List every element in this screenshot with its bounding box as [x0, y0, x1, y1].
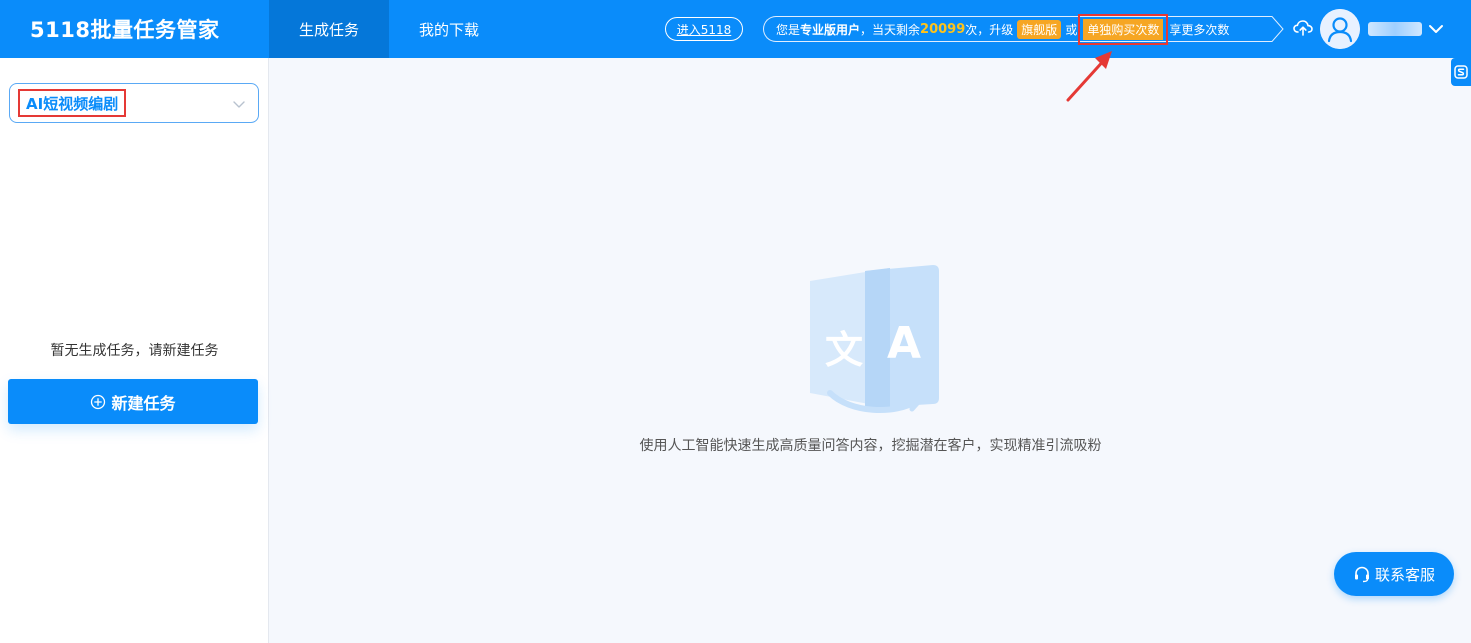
status-mid1: ，当天剩余	[860, 22, 921, 37]
quota-status-banner: 您是 专业版用户 ，当天剩余 20099 次，升级 旗舰版 或 单独购买次数 享…	[763, 13, 1271, 45]
remaining-count: 20099	[920, 21, 966, 37]
main-content: 文 A 使用人工智能快速生成高质量问答内容，挖掘潜在客户，实现精准引流吸粉	[270, 58, 1471, 643]
plus-circle-icon	[91, 394, 106, 409]
contact-service-label: 联系客服	[1374, 565, 1435, 584]
cloud-upload-icon[interactable]	[1293, 18, 1313, 38]
new-task-label: 新建任务	[111, 393, 176, 413]
feature-description: 使用人工智能快速生成高质量问答内容，挖掘潜在客户，实现精准引流吸粉	[639, 438, 1102, 454]
flagship-upgrade-badge[interactable]: 旗舰版	[1017, 19, 1062, 39]
buy-credits-badge[interactable]: 单独购买次数	[1078, 13, 1169, 45]
top-header: 5118批量任务管家 生成任务 我的下载 进入5118 您是 专业版用户 ，当天…	[0, 0, 1471, 58]
user-type-label: 专业版用户	[800, 22, 861, 37]
app-logo[interactable]: 5118批量任务管家	[0, 0, 269, 58]
status-prefix: 您是	[776, 22, 801, 37]
svg-text:A: A	[887, 318, 921, 369]
empty-task-message: 暂无生成任务，请新建任务	[50, 343, 219, 359]
tab-my-downloads[interactable]: 我的下载	[389, 0, 509, 58]
chevron-down-icon[interactable]	[1428, 22, 1444, 36]
chevron-down-icon	[233, 101, 245, 108]
user-avatar-icon[interactable]	[1320, 9, 1360, 49]
status-mid2: 次，升级	[965, 22, 1014, 37]
new-task-button[interactable]: 新建任务	[8, 379, 258, 424]
username-masked[interactable]	[1368, 22, 1422, 36]
status-or: 或	[1065, 22, 1078, 37]
tool-type-selected-value: AI短视频编剧	[18, 89, 127, 117]
tab-generate-tasks[interactable]: 生成任务	[269, 0, 389, 58]
banner-arrow-icon	[1264, 16, 1284, 42]
side-tool-icon[interactable]	[1451, 58, 1471, 86]
translate-illustration-icon: 文 A	[810, 265, 939, 413]
status-suffix: 享更多次数	[1169, 22, 1230, 37]
contact-service-button[interactable]: 联系客服	[1334, 552, 1454, 596]
tool-type-select[interactable]: AI短视频编剧	[9, 83, 259, 123]
enter-5118-link[interactable]: 进入5118	[665, 17, 743, 41]
task-sidebar: AI短视频编剧 暂无生成任务，请新建任务 新建任务	[0, 58, 269, 643]
svg-text:文: 文	[825, 328, 863, 372]
headset-icon	[1354, 566, 1369, 583]
